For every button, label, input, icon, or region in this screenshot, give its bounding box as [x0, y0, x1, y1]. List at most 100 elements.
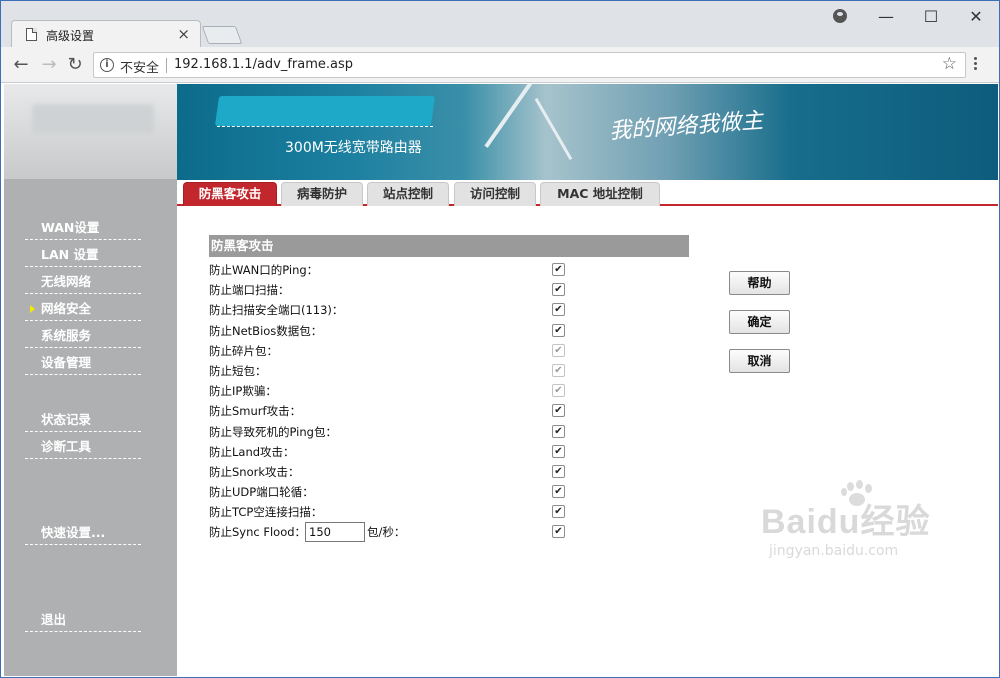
security-label[interactable]: 不安全	[120, 57, 159, 76]
url-text[interactable]: 192.168.1.1/adv_frame.asp	[174, 57, 353, 72]
info-icon[interactable]: i	[100, 58, 114, 72]
tab-virus-protection[interactable]: 病毒防护	[281, 182, 363, 206]
blurred-brand	[214, 96, 436, 126]
option-checkbox[interactable]: ✔	[552, 263, 565, 276]
option-checkbox[interactable]: ✔	[552, 424, 565, 438]
tab-mac-control[interactable]: MAC 地址控制	[540, 182, 660, 206]
sidebar-item-lan[interactable]: LAN 设置	[25, 245, 141, 267]
option-label: 防止端口扫描：	[209, 283, 290, 298]
forward-icon[interactable]: →	[37, 53, 61, 77]
sidebar-item-logout[interactable]: 退出	[25, 610, 141, 632]
sync-flood-unit: 包/秒：	[367, 524, 406, 539]
sidebar-item-quick-setup[interactable]: 快速设置...	[25, 523, 141, 545]
tab-access-control[interactable]: 访问控制	[454, 182, 536, 206]
blurred-logo	[32, 104, 154, 134]
address-bar[interactable]: i 不安全 192.168.1.1/adv_frame.asp ☆	[93, 52, 966, 78]
tab-anti-hacker[interactable]: 防黑客攻击	[183, 182, 277, 206]
banner: 300M无线宽带路由器 我的网络我做主	[177, 84, 998, 180]
option-row: 防止UDP端口轮循： ✔	[209, 483, 569, 501]
cancel-button[interactable]: 取消	[729, 349, 790, 373]
close-window-button[interactable]: ✕	[958, 5, 994, 29]
maximize-button[interactable]: ☐	[913, 5, 949, 29]
divider	[166, 58, 167, 73]
browser-menu-icon[interactable]	[974, 57, 978, 73]
option-row: 防止Smurf攻击： ✔	[209, 402, 569, 420]
banner-graphic	[484, 84, 534, 148]
tab-close-icon[interactable]: ×	[177, 25, 190, 43]
sidebar-logo-area	[4, 84, 177, 179]
option-row: 防止扫描安全端口(113)： ✔	[209, 301, 569, 319]
title-bar: 高级设置 × — ☐ ✕	[1, 1, 999, 48]
banner-graphic	[534, 97, 573, 161]
new-tab-button[interactable]	[201, 26, 243, 44]
option-checkbox[interactable]: ✔	[552, 303, 565, 317]
option-checkbox: ✔	[552, 364, 565, 377]
option-label: 防止Smurf攻击：	[209, 404, 302, 419]
option-row: 防止Land攻击： ✔	[209, 443, 569, 461]
option-row: 防止Snork攻击： ✔	[209, 463, 569, 481]
sidebar-item-device-management[interactable]: 设备管理	[25, 353, 141, 375]
sync-flood-checkbox[interactable]: ✔	[552, 524, 565, 538]
option-row: 防止碎片包： ✔	[209, 342, 569, 360]
option-checkbox[interactable]: ✔	[552, 283, 565, 297]
paw-icon	[839, 480, 877, 512]
option-checkbox: ✔	[552, 343, 565, 357]
ok-button[interactable]: 确定	[729, 310, 790, 334]
option-checkbox[interactable]: ✔	[552, 485, 565, 499]
sidebar-item-wireless[interactable]: 无线网络	[25, 272, 141, 294]
option-checkbox[interactable]: ✔	[552, 505, 565, 519]
browser-tab[interactable]: 高级设置 ×	[11, 20, 201, 48]
sidebar-item-wan[interactable]: WAN设置	[25, 218, 141, 240]
tab-bar: 防黑客攻击 病毒防护 站点控制 访问控制 MAC 地址控制	[177, 180, 998, 206]
option-row: 防止NetBios数据包： ✔	[209, 322, 569, 340]
option-label: 防止UDP端口轮循：	[209, 485, 314, 500]
banner-slogan: 我的网络我做主	[608, 108, 764, 145]
option-label: 防止扫描安全端口(113)：	[209, 303, 344, 318]
option-label: 防止Snork攻击：	[209, 465, 300, 479]
browser-window: 高级设置 × — ☐ ✕ ← → ↻ i 不安全 192.168.1.1/adv…	[0, 0, 1000, 678]
help-button[interactable]: 帮助	[729, 271, 790, 295]
minimize-button[interactable]: —	[868, 5, 904, 29]
sidebar-item-security[interactable]: 网络安全	[25, 299, 141, 321]
option-label: 防止TCP空连接扫描：	[209, 505, 323, 520]
option-row: 防止IP欺骗： ✔	[209, 382, 569, 400]
option-row: 防止短包： ✔	[209, 362, 569, 380]
tab-title: 高级设置	[46, 29, 95, 43]
sidebar-item-services[interactable]: 系统服务	[25, 326, 141, 348]
option-checkbox[interactable]: ✔	[552, 444, 565, 458]
sync-flood-label: 防止Sync Flood：	[209, 524, 307, 539]
panel-header: 防黑客攻击	[209, 235, 689, 257]
banner-subtitle: 300M无线宽带路由器	[285, 140, 422, 156]
banner-divider	[217, 126, 433, 127]
profile-icon[interactable]	[833, 9, 847, 23]
browser-toolbar: ← → ↻ i 不安全 192.168.1.1/adv_frame.asp ☆	[1, 47, 999, 83]
option-label: 防止Land攻击：	[209, 444, 295, 459]
page-icon	[26, 28, 37, 41]
option-row: 防止WAN口的Ping： ✔	[209, 261, 569, 279]
option-checkbox[interactable]: ✔	[552, 323, 565, 337]
option-checkbox[interactable]: ✔	[552, 404, 565, 418]
sidebar-item-diagnostics[interactable]: 诊断工具	[25, 437, 141, 459]
option-label: 防止IP欺骗：	[209, 384, 277, 399]
anti-hacker-panel: 防黑客攻击 防止WAN口的Ping： ✔ 防止端口扫描： ✔ 防止扫描安全端口(113)…	[209, 235, 689, 542]
option-label: 防止NetBios数据包：	[209, 323, 323, 338]
sync-flood-input[interactable]: 150	[305, 521, 365, 542]
reload-icon[interactable]: ↻	[63, 53, 87, 77]
option-label: 防止导致死机的Ping包：	[209, 424, 337, 439]
option-checkbox[interactable]: ✔	[552, 465, 565, 478]
option-row: 防止TCP空连接扫描： ✔	[209, 503, 569, 521]
tab-site-control[interactable]: 站点控制	[367, 182, 449, 206]
watermark-url: jingyan.baidu.com	[769, 543, 899, 559]
sidebar: WAN设置 LAN 设置 无线网络网络安全系统服务设备管理状态记录诊断工具快速设置.…	[4, 84, 177, 676]
sync-flood-row: 防止Sync Flood： 150 包/秒： ✔	[209, 521, 569, 542]
watermark: Baidu经验 jingyan.baidu.com	[761, 480, 930, 559]
option-row: 防止端口扫描： ✔	[209, 281, 569, 299]
option-checkbox: ✔	[552, 384, 565, 398]
back-icon[interactable]: ←	[9, 53, 33, 77]
option-row: 防止导致死机的Ping包： ✔	[209, 423, 569, 441]
router-page: WAN设置 LAN 设置 无线网络网络安全系统服务设备管理状态记录诊断工具快速设置.…	[4, 84, 998, 676]
sidebar-item-status-log[interactable]: 状态记录	[25, 410, 141, 432]
bookmark-star-icon[interactable]: ☆	[942, 54, 957, 74]
option-label: 防止短包：	[209, 364, 267, 378]
option-label: 防止碎片包：	[209, 343, 278, 358]
